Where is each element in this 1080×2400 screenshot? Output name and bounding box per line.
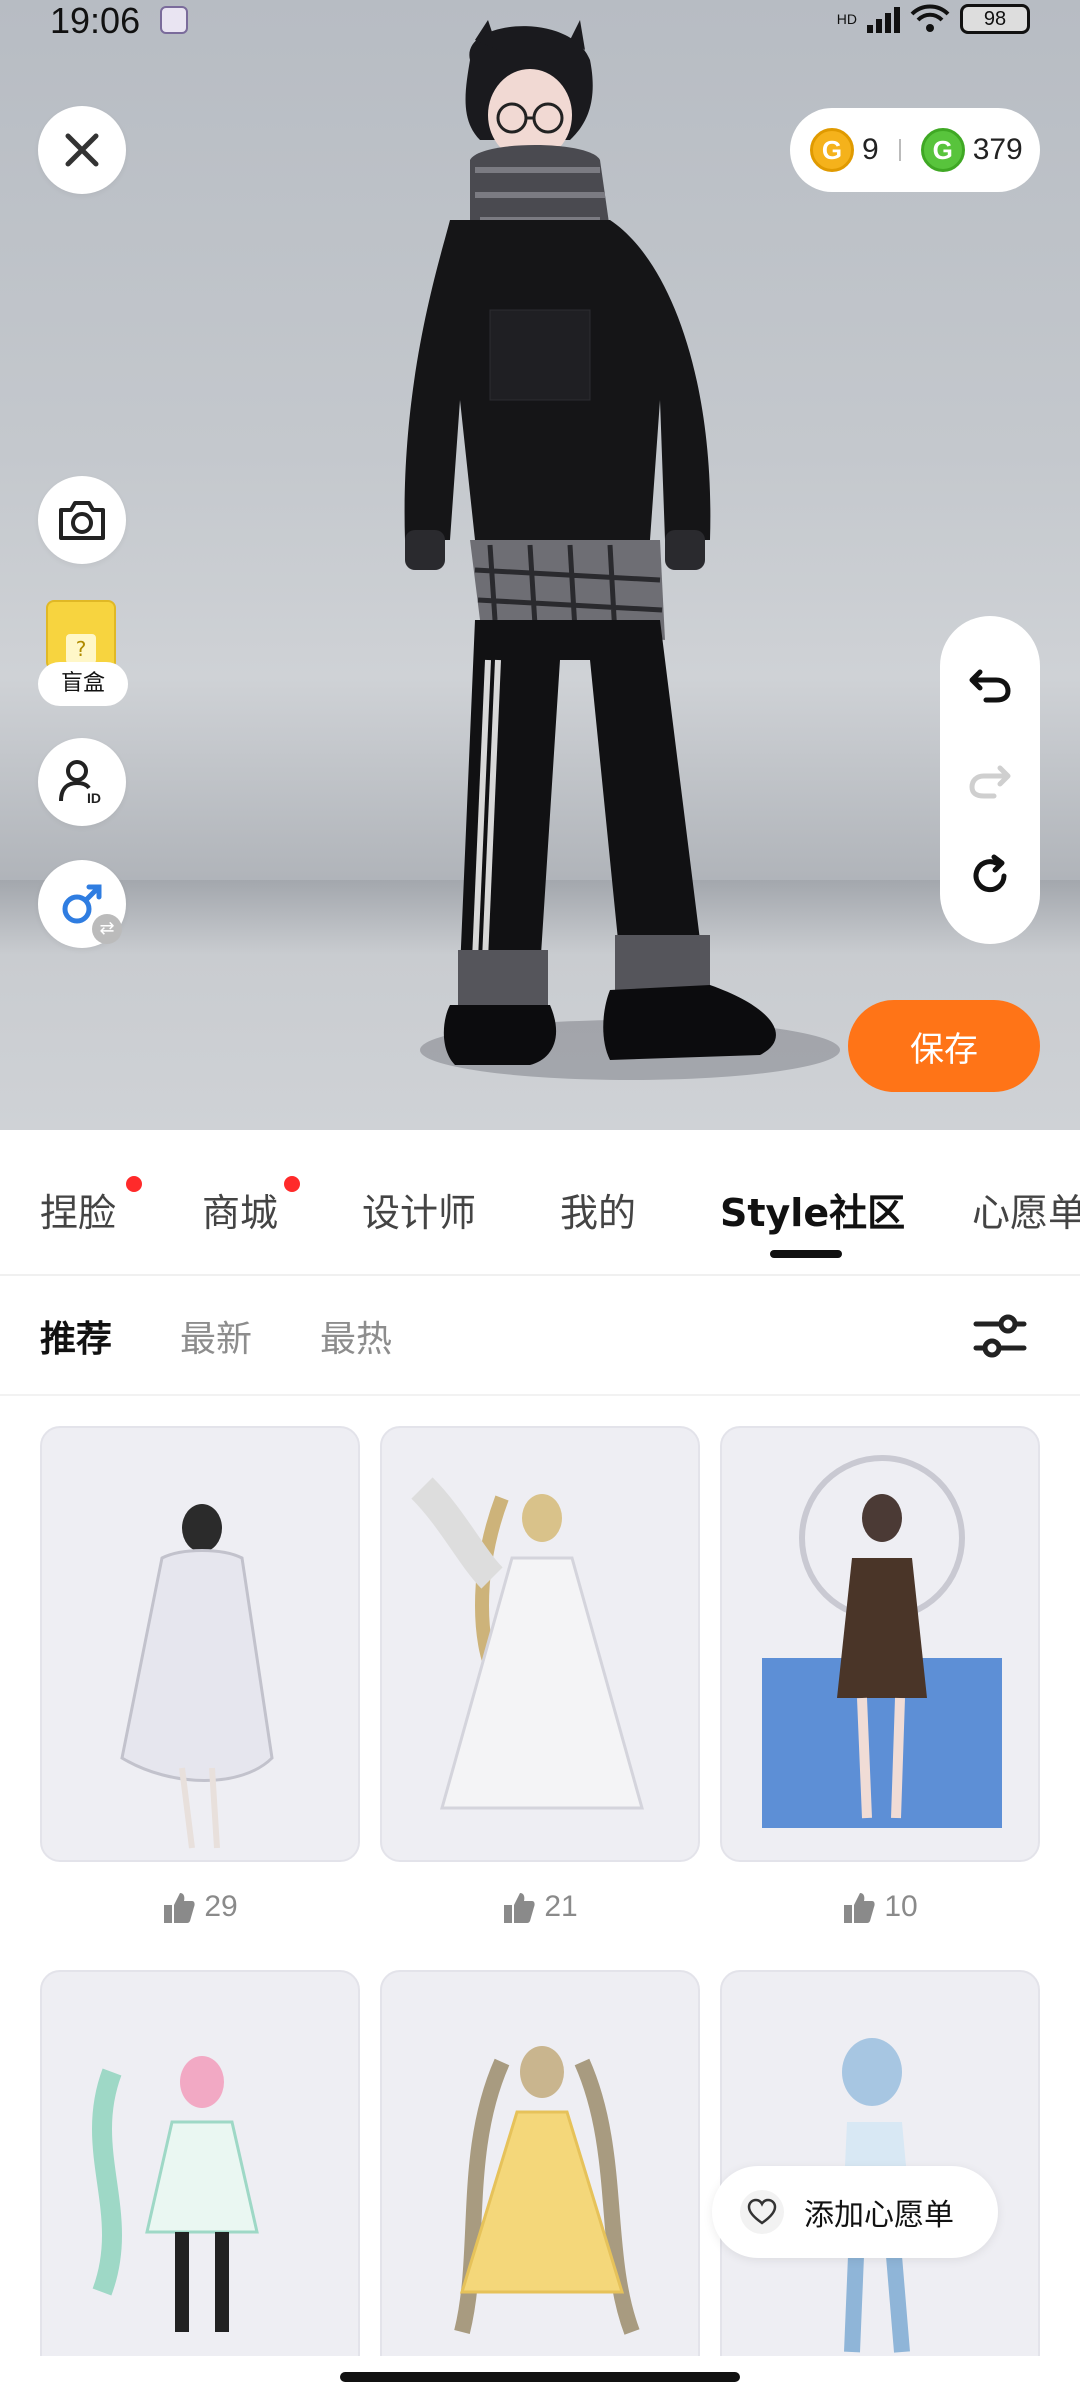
status-indicators: HD 98 [837,4,1030,34]
home-indicator[interactable] [340,2372,740,2382]
swap-icon: ⇄ [92,914,122,944]
main-tab-bar: 捏脸 商城 设计师 我的 Style社区 心愿单 [0,1130,1080,1276]
like-count-value: 29 [204,1890,238,1923]
battery-level: 98 [983,7,1007,30]
battery-icon: 98 [960,4,1030,34]
subtab-newest[interactable]: 最新 [180,1310,252,1362]
avatar-id-button[interactable]: ID [38,738,126,826]
signal-icon [867,5,900,33]
notification-app-icon [160,6,188,34]
redo-button[interactable] [960,750,1020,810]
wifi-icon [910,4,950,32]
green-coin-icon: G [920,128,965,172]
wishlist-label: 添加心愿单 [804,2198,954,2233]
face-tab-dot [126,1176,142,1192]
camera-button[interactable] [38,476,126,564]
tab-style-community[interactable]: Style社区 [720,1182,905,1237]
close-icon [65,133,99,167]
like-count[interactable]: 21 [380,1890,700,1925]
tab-shop[interactable]: 商城 [202,1182,278,1237]
undo-button[interactable] [960,654,1020,714]
currency-divider [898,139,901,161]
subtab-recommended[interactable]: 推荐 [40,1310,112,1362]
active-tab-indicator [770,1250,842,1258]
reset-icon [973,854,1007,893]
redo-icon [969,765,1011,799]
hd-label: HD [836,11,857,27]
status-bar: 19:06 HD 98 [0,0,1080,41]
user-id-icon: ID [59,760,101,806]
blindbox-button[interactable]: ? 盲盒 [38,600,128,710]
svg-text:ID: ID [87,790,101,806]
outfit-card[interactable] [380,1426,700,1862]
filter-icon[interactable] [970,1306,1030,1366]
like-count[interactable]: 29 [40,1890,360,1925]
green-coin-count: 379 [972,133,1023,166]
outfit-thumbnail [92,2056,259,2332]
gold-coin-icon: G [810,128,854,172]
like-count-value: 10 [884,1890,918,1923]
currency-display[interactable]: G 9 G 379 [790,108,1040,192]
heart-outline-icon [747,2198,777,2225]
question-mark-icon: ? [66,634,96,664]
thumbs-up-icon [164,1893,195,1924]
shop-tab-dot [284,1176,300,1192]
outfit-card[interactable] [40,1426,360,1862]
tab-wishlist[interactable]: 心愿单 [972,1182,1080,1237]
tab-designer[interactable]: 设计师 [362,1182,476,1237]
outfit-thumbnail [411,1477,644,1810]
tab-mine[interactable]: 我的 [560,1182,636,1237]
status-time: 19:06 [50,0,141,41]
camera-icon [59,501,105,540]
outfit-thumbnail [120,1504,274,1849]
undo-icon [969,669,1011,703]
save-button[interactable]: 保存 [848,1000,1040,1092]
outfit-card[interactable] [40,1970,360,2400]
history-controls [940,616,1040,944]
gold-coin-count: 9 [862,133,879,166]
thumbs-up-icon [504,1893,535,1924]
gender-switch-button[interactable]: ⇄ [38,860,126,948]
blindbox-label: 盲盒 [38,662,128,706]
outfit-thumbnail [454,2046,640,2335]
like-count[interactable]: 10 [720,1890,1040,1925]
outfit-card[interactable] [720,1426,1040,1862]
thumbs-up-icon [844,1893,875,1924]
avatar-stage[interactable]: 19:06 HD 98 G 9 G 379 ? 盲盒 ID ⇄ 保存 [0,0,1080,1130]
sub-tab-bar: 推荐 最新 最热 [0,1276,1080,1396]
tab-face[interactable]: 捏脸 [40,1182,116,1237]
close-button[interactable] [38,106,126,194]
reset-button[interactable] [960,846,1020,906]
avatar-figure[interactable] [380,20,800,1080]
heart-icon [740,2190,784,2234]
add-wishlist-button[interactable]: 添加心愿单 [712,2166,998,2258]
outfit-card[interactable] [380,1970,700,2400]
like-count-value: 21 [544,1890,578,1923]
subtab-hottest[interactable]: 最热 [320,1310,392,1362]
outfit-thumbnail [762,1455,1002,1828]
